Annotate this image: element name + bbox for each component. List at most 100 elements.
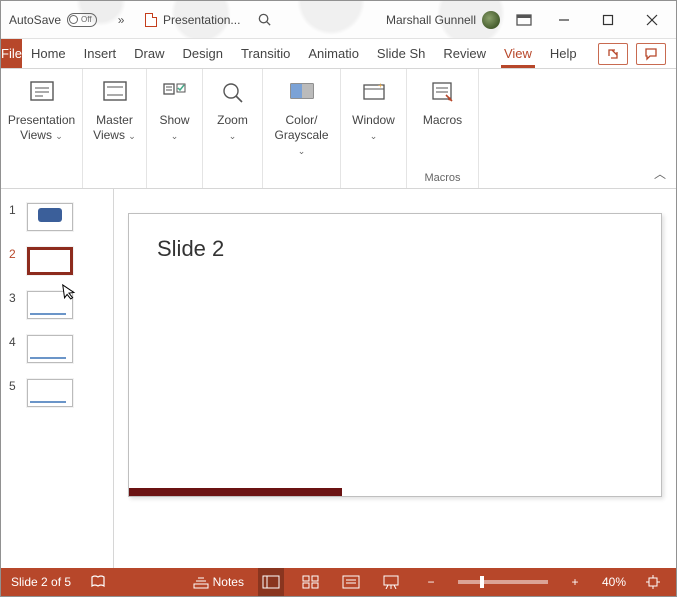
- slide-sorter-button[interactable]: [298, 568, 324, 596]
- thumb-5[interactable]: 5: [1, 375, 113, 419]
- tab-insert[interactable]: Insert: [75, 39, 126, 68]
- chevron-down-icon: ⌄: [298, 146, 306, 156]
- document-icon: [145, 13, 157, 27]
- group-label: Macros: [423, 113, 462, 127]
- ribbon: PresentationViews ⌄ MasterViews ⌄ Show⌄ …: [1, 69, 676, 189]
- tab-slideshow[interactable]: Slide Sh: [368, 39, 434, 68]
- tab-label: Insert: [84, 46, 117, 61]
- presentation-views-icon: [27, 79, 57, 105]
- sorter-icon: [302, 575, 320, 589]
- chevron-down-icon: ⌄: [55, 131, 63, 141]
- document-name: Presentation...: [163, 13, 240, 27]
- tab-transitions[interactable]: Transitio: [232, 39, 299, 68]
- slide-counter: Slide 2 of 5: [11, 575, 71, 589]
- tab-label: Draw: [134, 46, 164, 61]
- group-window[interactable]: + Window⌄: [341, 69, 407, 188]
- group-label: Master: [96, 113, 133, 127]
- group-label: Zoom: [217, 113, 248, 127]
- zoom-icon: [218, 79, 248, 105]
- group-show[interactable]: Show⌄: [147, 69, 203, 188]
- tab-home[interactable]: Home: [22, 39, 75, 68]
- title-bar: AutoSave Off » Presentation... Marshall …: [1, 1, 676, 39]
- slide-title[interactable]: Slide 2: [129, 214, 661, 284]
- tab-label: Help: [550, 46, 577, 61]
- slideshow-button[interactable]: [378, 568, 404, 596]
- window-icon: +: [359, 79, 389, 105]
- chevron-down-icon: ⌄: [229, 131, 237, 141]
- group-color-grayscale[interactable]: Color/Grayscale ⌄: [263, 69, 341, 188]
- ribbon-display-options[interactable]: [512, 8, 536, 32]
- tab-design[interactable]: Design: [174, 39, 232, 68]
- tab-label: Slide Sh: [377, 46, 425, 61]
- tab-label: Home: [31, 46, 66, 61]
- tab-draw[interactable]: Draw: [125, 39, 173, 68]
- close-icon: [646, 14, 658, 26]
- toggle-knob: [69, 15, 78, 24]
- master-views-icon: [100, 79, 130, 105]
- thumb-4[interactable]: 4: [1, 331, 113, 375]
- fit-icon: [645, 574, 661, 590]
- zoom-out-button[interactable]: −: [418, 568, 444, 596]
- thumbnail-panel: 1 2 3 4 5: [1, 189, 113, 568]
- zoom-slider[interactable]: [458, 580, 548, 584]
- thumb-1[interactable]: 1: [1, 199, 113, 243]
- autosave-toggle[interactable]: Off: [67, 13, 97, 27]
- share-button[interactable]: [598, 43, 628, 65]
- autosave-label: AutoSave: [9, 13, 61, 27]
- thumb-number: 5: [9, 379, 21, 393]
- close-button[interactable]: [630, 2, 674, 38]
- autosave-control[interactable]: AutoSave Off: [3, 13, 103, 27]
- thumb-number: 3: [9, 291, 21, 305]
- thumb-preview: [27, 247, 73, 275]
- thumb-2[interactable]: 2: [1, 243, 113, 287]
- tab-review[interactable]: Review: [434, 39, 495, 68]
- ribbon-options-icon: [516, 13, 532, 27]
- work-area: 1 2 3 4 5 S: [1, 189, 676, 568]
- file-tab-label: File: [1, 46, 22, 61]
- group-presentation-views[interactable]: PresentationViews ⌄: [1, 69, 83, 188]
- comments-button[interactable]: [636, 43, 666, 65]
- reading-view-button[interactable]: [338, 568, 364, 596]
- fit-slide-button[interactable]: [640, 568, 666, 596]
- group-zoom[interactable]: Zoom ⌄: [203, 69, 263, 188]
- thumb-preview: [27, 335, 73, 363]
- search-button[interactable]: [252, 8, 276, 32]
- collapse-ribbon-button[interactable]: ︿: [654, 165, 666, 182]
- thumb-3[interactable]: 3: [1, 287, 113, 331]
- notes-button[interactable]: Notes: [193, 568, 244, 596]
- normal-view-button[interactable]: [258, 568, 284, 596]
- chevron-up-icon: ︿: [654, 167, 666, 181]
- minimize-button[interactable]: [542, 2, 586, 38]
- file-tab[interactable]: File: [1, 39, 22, 68]
- group-master-views[interactable]: MasterViews ⌄: [83, 69, 147, 188]
- reading-icon: [342, 575, 360, 589]
- accessibility-button[interactable]: [85, 568, 111, 596]
- maximize-button[interactable]: [586, 2, 630, 38]
- slide-canvas[interactable]: Slide 2: [113, 189, 676, 568]
- chevron-right-icon: »: [118, 13, 125, 27]
- status-bar: Slide 2 of 5 Notes − + 40%: [1, 568, 676, 596]
- tab-view[interactable]: View: [495, 39, 541, 68]
- chevron-down-icon: ⌄: [171, 131, 179, 141]
- share-icon: [606, 47, 620, 61]
- app-window: AutoSave Off » Presentation... Marshall …: [0, 0, 677, 597]
- normal-view-icon: [262, 575, 280, 589]
- document-title[interactable]: Presentation...: [139, 13, 246, 27]
- group-caption: Macros: [424, 172, 460, 184]
- zoom-in-button[interactable]: +: [562, 568, 588, 596]
- slide[interactable]: Slide 2: [128, 213, 662, 497]
- autosave-off-text: Off: [81, 15, 92, 24]
- zoom-percent[interactable]: 40%: [602, 575, 626, 589]
- avatar: [482, 11, 500, 29]
- macros-icon: [428, 79, 458, 105]
- account-button[interactable]: Marshall Gunnell: [380, 11, 506, 29]
- maximize-icon: [602, 14, 614, 26]
- tab-animations[interactable]: Animatio: [299, 39, 368, 68]
- group-macros[interactable]: Macros Macros: [407, 69, 479, 188]
- tab-label: View: [504, 46, 532, 61]
- qt-more-button[interactable]: »: [109, 8, 133, 32]
- search-icon: [257, 12, 272, 27]
- group-label2: Grayscale: [274, 128, 328, 142]
- slider-knob[interactable]: [480, 576, 484, 588]
- tab-help[interactable]: Help: [541, 39, 586, 68]
